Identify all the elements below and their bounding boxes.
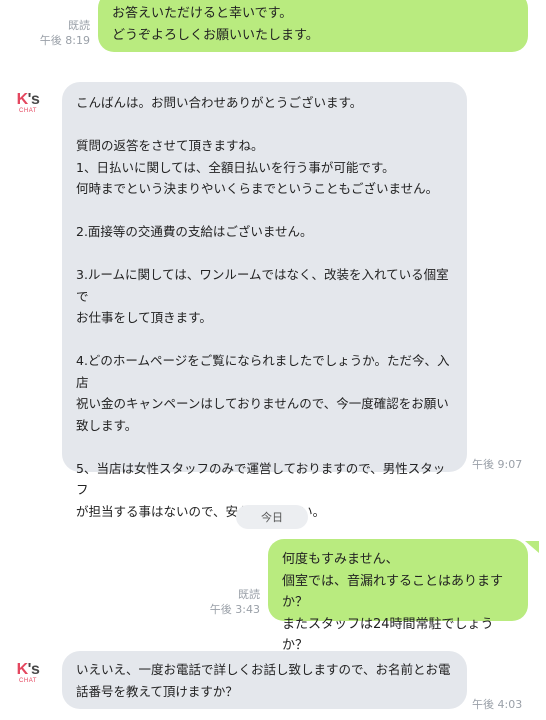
date-divider: 今日 — [236, 505, 308, 529]
message-text: 何度もすみません、 個室では、音漏れすることはありますか？ またスタッフは24時… — [282, 552, 504, 653]
message-time: 午後 3:43 — [209, 603, 260, 616]
avatar[interactable]: K's CHAT — [12, 87, 44, 119]
message-text: こんばんは。お問い合わせありがとうございます。 質問の返答をさせて頂きますね。 … — [76, 95, 450, 519]
outgoing-message-bubble[interactable]: お答えいただけると幸いです。 どうぞよろしくお願いいたします。 — [98, 0, 528, 52]
outgoing-message-bubble[interactable]: 何度もすみません、 個室では、音漏れすることはありますか？ またスタッフは24時… — [268, 539, 528, 653]
ks-chat-logo: K's — [16, 660, 40, 678]
message-text: お答えいただけると幸いです。 どうぞよろしくお願いいたします。 — [112, 6, 319, 43]
message-time: 午後 9:07 — [472, 458, 523, 471]
message-time: 午後 4:03 — [472, 698, 523, 711]
read-label: 既読 — [68, 19, 90, 32]
read-label: 既読 — [238, 588, 260, 601]
avatar[interactable]: K's CHAT — [12, 657, 44, 689]
message-time: 午後 8:19 — [39, 34, 90, 47]
ks-chat-logo: K's — [16, 90, 40, 108]
incoming-message-bubble[interactable]: いえいえ、一度お電話で詳しくお話し致しますので、お名前とお電 話番号を教えて頂け… — [62, 651, 467, 709]
incoming-message-bubble[interactable]: こんばんは。お問い合わせありがとうございます。 質問の返答をさせて頂きますね。 … — [62, 82, 467, 519]
read-receipt: 既読 午後 8:19 — [20, 18, 90, 48]
message-text: いえいえ、一度お電話で詳しくお話し致しますので、お名前とお電 話番号を教えて頂け… — [76, 662, 451, 699]
read-receipt: 既読 午後 3:43 — [190, 587, 260, 617]
